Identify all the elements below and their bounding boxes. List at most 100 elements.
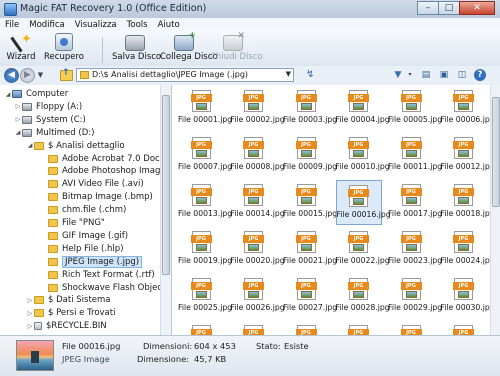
tree-item[interactable]: Adobe Photoshop Image (.psd) <box>40 165 171 177</box>
tree-item[interactable]: JPEG Image (.jpg) <box>40 255 143 268</box>
menu-file[interactable]: File <box>0 20 24 30</box>
file-item[interactable]: JPG <box>336 321 382 335</box>
file-item[interactable]: JPG File 00004.jpg <box>336 86 390 131</box>
tree-item[interactable]: Rich Text Format (.rtf) <box>40 269 155 281</box>
file-item[interactable]: JPG File 00017.jpg <box>388 180 442 225</box>
help-icon[interactable]: ? <box>474 69 486 81</box>
file-item[interactable]: JPG File 00010.jpg <box>336 133 390 178</box>
file-item[interactable]: JPG <box>283 321 329 335</box>
file-item[interactable]: JPG <box>388 321 434 335</box>
path-field[interactable]: D:\$ Analisi dettaglio\JPEG Image (.jpg)… <box>76 68 294 82</box>
filter-icon[interactable]: ▼ <box>392 69 404 81</box>
tree-item[interactable]: ▷ $ Persi e Trovati <box>26 307 116 319</box>
file-item[interactable]: JPG File 00009.jpg <box>283 133 337 178</box>
file-item[interactable]: JPG File 00028.jpg <box>336 274 390 319</box>
expand-toggle-icon[interactable]: ◢ <box>4 91 12 98</box>
file-item[interactable]: JPG File 00024.jpg <box>441 227 490 272</box>
minimize-button[interactable]: – <box>417 1 439 15</box>
jpg-badge: JPG <box>453 94 474 102</box>
forward-arrow-icon[interactable]: ▶ <box>20 68 35 83</box>
expand-toggle-icon[interactable]: ▷ <box>26 297 34 304</box>
tree-item[interactable]: Adobe Acrobat 7.0 Document ( <box>40 153 171 165</box>
tree-item[interactable]: ◢ Multimed (D:) <box>14 127 95 139</box>
tree-item[interactable]: File "PNG" <box>40 217 105 229</box>
file-item[interactable]: JPG <box>178 321 224 335</box>
expand-toggle-icon[interactable]: ▷ <box>14 116 22 123</box>
file-item[interactable]: JPG File 00005.jpg <box>388 86 442 131</box>
file-name: File 00013.jpg <box>178 209 233 218</box>
file-item[interactable]: JPG <box>441 321 487 335</box>
tree-item[interactable]: ▷ $RECYCLE.BIN <box>26 320 107 332</box>
jpg-file-icon: JPG <box>243 184 264 206</box>
jpg-badge: JPG <box>295 235 317 243</box>
file-item[interactable]: JPG File 00019.jpg <box>178 227 232 272</box>
expand-toggle-icon[interactable]: ▷ <box>14 103 22 110</box>
menu-modifica[interactable]: Modifica <box>24 20 70 30</box>
status-file-type: JPEG Image <box>62 354 110 364</box>
view-mode-icon[interactable]: ▤ <box>420 69 432 81</box>
tree-item[interactable]: Bitmap Image (.bmp) <box>40 191 153 203</box>
close-disk-button[interactable]: ✕ Chiudi Disco <box>210 31 263 65</box>
file-item[interactable]: JPG File 00001.jpg <box>178 86 232 131</box>
tree-item[interactable]: Shockwave Flash Object (.swf) <box>40 282 171 294</box>
refresh-icon[interactable]: ↯ <box>306 69 314 80</box>
recover-button[interactable]: Recupero <box>44 33 84 65</box>
tree-item[interactable]: ◢ Computer <box>4 88 69 100</box>
menu-visualizza[interactable]: Visualizza <box>70 20 122 30</box>
wizard-button[interactable]: ✦ Wizard <box>6 33 36 65</box>
file-item[interactable]: JPG File 00008.jpg <box>231 133 285 178</box>
folder-tree-scrollbar[interactable] <box>160 85 171 335</box>
jpg-badge: JPG <box>243 282 264 290</box>
menu-tools[interactable]: Tools <box>122 20 153 30</box>
history-dropdown-icon[interactable]: ▼ <box>36 69 45 82</box>
mount-disk-button[interactable]: + Collega Disco <box>160 31 218 65</box>
file-item[interactable]: JPG File 00026.jpg <box>231 274 285 319</box>
tree-item[interactable]: Help File (.hlp) <box>40 243 123 255</box>
tree-item[interactable]: AVI Video File (.avi) <box>40 178 144 190</box>
expand-toggle-icon[interactable]: ◢ <box>26 142 34 149</box>
tree-item[interactable]: ▷ System (C:) <box>14 114 86 126</box>
file-item[interactable]: JPG File 00022.jpg <box>336 227 390 272</box>
tree-item[interactable]: ▷ Floppy (A:) <box>14 101 82 113</box>
file-item[interactable]: JPG File 00029.jpg <box>388 274 442 319</box>
file-grid-scrollbar[interactable] <box>490 85 500 335</box>
menu-aiuto[interactable]: Aiuto <box>153 20 185 30</box>
maximize-button[interactable]: □ <box>438 1 460 15</box>
file-item[interactable]: JPG <box>231 321 277 335</box>
file-item[interactable]: JPG File 00018.jpg <box>441 180 490 225</box>
file-item[interactable]: JPG File 00025.jpg <box>178 274 232 319</box>
file-item[interactable]: JPG File 00020.jpg <box>231 227 285 272</box>
file-item[interactable]: JPG File 00013.jpg <box>178 180 233 225</box>
folder-up-icon[interactable] <box>60 68 73 81</box>
filter-dropdown-icon[interactable]: ▾ <box>404 69 416 81</box>
file-item[interactable]: JPG File 00015.jpg <box>283 180 337 225</box>
file-item[interactable]: JPG File 00030.jpg <box>441 274 490 319</box>
back-arrow-icon[interactable]: ◀ <box>4 68 19 83</box>
tree-item[interactable]: GIF Image (.gif) <box>40 230 128 242</box>
save-disk-button[interactable]: Salva Disco <box>112 33 161 65</box>
file-item[interactable]: JPG File 00023.jpg <box>388 227 442 272</box>
file-item[interactable]: JPG File 00021.jpg <box>283 227 337 272</box>
computer-icon <box>12 90 22 98</box>
save-icon[interactable]: ▣ <box>438 69 450 81</box>
file-item[interactable]: JPG File 00012.jpg <box>441 133 490 178</box>
file-item[interactable]: JPG File 00011.jpg <box>388 133 442 178</box>
file-item[interactable]: JPG File 00002.jpg <box>231 86 285 131</box>
close-button[interactable]: ✕ <box>459 1 495 15</box>
path-dropdown-icon[interactable]: ▼ <box>286 70 291 78</box>
file-item[interactable]: JPG File 00007.jpg <box>178 133 232 178</box>
tree-item-label: $ Persi e Trovati <box>48 308 116 319</box>
expand-toggle-icon[interactable]: ◢ <box>14 129 22 136</box>
recycle-bin-icon <box>34 322 42 331</box>
expand-toggle-icon[interactable]: ▷ <box>26 323 34 330</box>
expand-toggle-icon[interactable]: ▷ <box>26 310 34 317</box>
file-item[interactable]: JPG File 00016.jpg <box>335 180 391 225</box>
file-item[interactable]: JPG File 00027.jpg <box>283 274 337 319</box>
panel-icon[interactable]: ◫ <box>456 69 468 81</box>
file-item[interactable]: JPG File 00003.jpg <box>283 86 337 131</box>
tree-item[interactable]: chm.file (.chm) <box>40 204 126 216</box>
tree-item[interactable]: ▷ $ Dati Sistema <box>26 294 111 306</box>
file-item[interactable]: JPG File 00006.jpg <box>441 86 490 131</box>
tree-item[interactable]: ◢ $ Analisi dettaglio <box>26 140 125 152</box>
file-item[interactable]: JPG File 00014.jpg <box>231 180 285 225</box>
